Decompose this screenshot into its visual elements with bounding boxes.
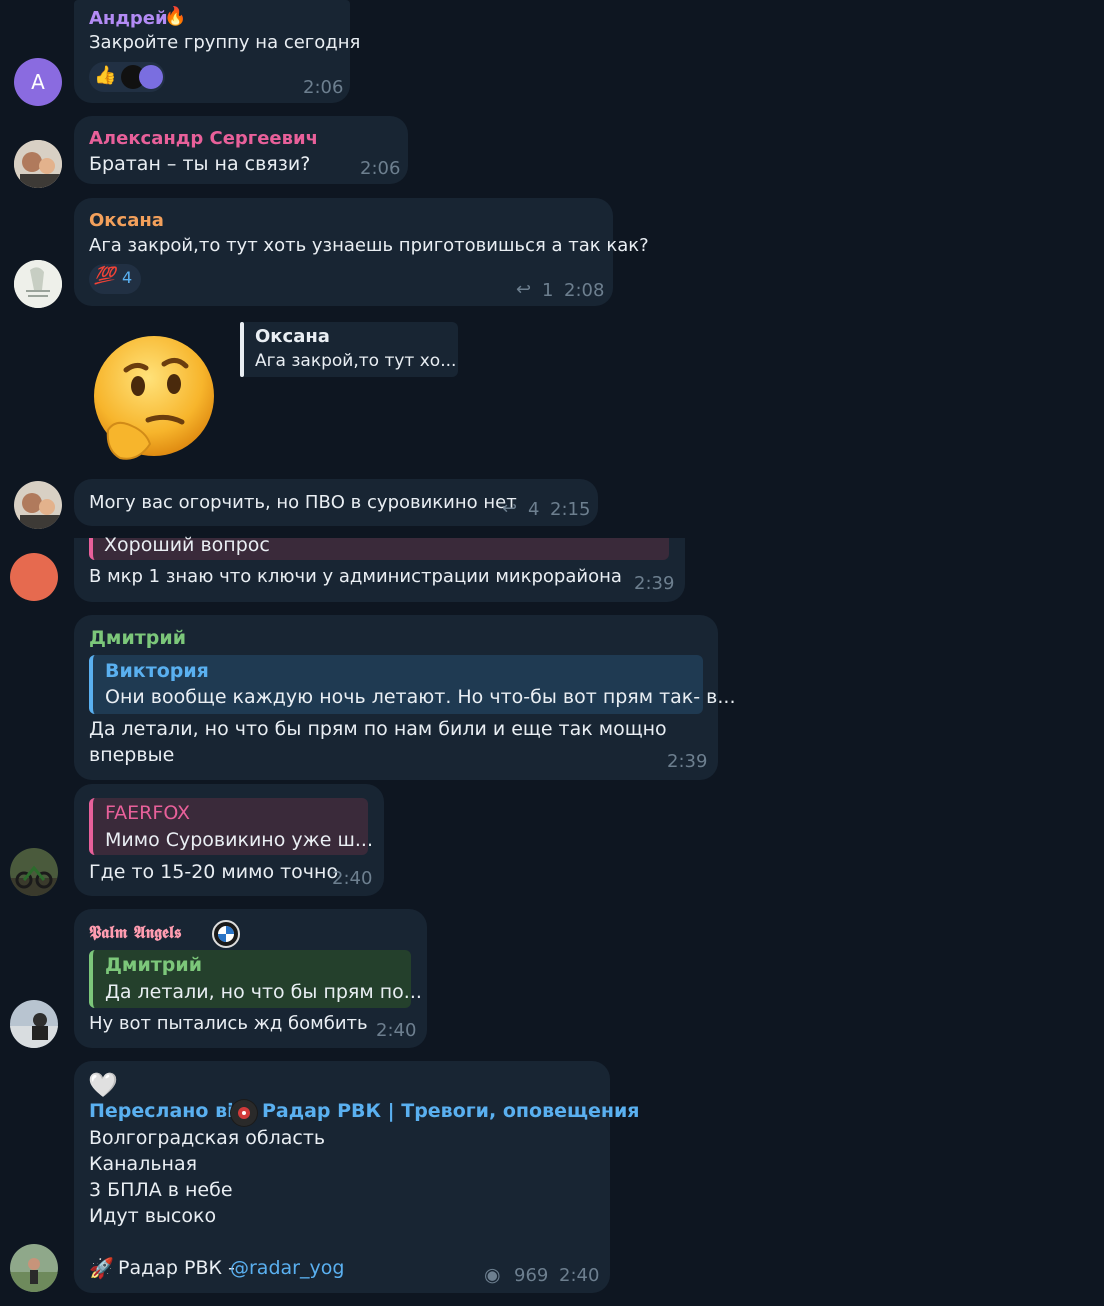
message-time: 2:40: [559, 1265, 600, 1286]
heart-reaction-icon: 🤍: [88, 1071, 118, 1099]
avatar[interactable]: [14, 140, 62, 188]
message-line: Идут высоко: [89, 1205, 217, 1227]
message-time: 2:39: [667, 751, 708, 772]
reply-text: Ага закрой,то тут хо...: [255, 351, 457, 371]
message-bubble[interactable]: Дмитрий Виктория Они вообще каждую ночь …: [74, 615, 736, 780]
message-line: Канальная: [89, 1153, 198, 1175]
avatar[interactable]: [14, 481, 62, 529]
reaction-pill[interactable]: 👍: [89, 62, 165, 92]
message-line: 3 БПЛА в небе: [89, 1179, 233, 1201]
photo-avatar: [10, 848, 58, 896]
avatar-letter: A: [31, 70, 45, 94]
sticker[interactable]: [86, 334, 218, 466]
avatar[interactable]: [10, 848, 58, 896]
reactor-avatar: [139, 65, 163, 89]
message-time: 2:06: [360, 158, 401, 179]
photo-avatar: [10, 1000, 58, 1048]
avatar[interactable]: [10, 1244, 58, 1292]
quote-name: FAERFOX: [105, 802, 191, 824]
thinking-face-icon: [94, 336, 214, 460]
quote-text: Да летали, но что бы прям по...: [105, 981, 422, 1003]
avatar[interactable]: [10, 553, 58, 601]
view-count: 969: [514, 1265, 549, 1286]
reply-count: 4: [528, 499, 540, 520]
footer-prefix: Радар РВК -: [118, 1257, 235, 1279]
sender-name[interactable]: Андрей: [89, 8, 168, 29]
message-time: 2:08: [564, 280, 605, 301]
sender-name[interactable]: 𝕻𝖆𝖑𝖒 𝕬𝖓𝖌𝖊𝖑𝖘: [89, 923, 181, 943]
quote-text: Мимо Суровикино уже ш...: [105, 829, 373, 851]
thumbs-up-icon: 👍: [94, 65, 117, 86]
sender-name[interactable]: Александр Сергеевич: [89, 128, 318, 149]
message-bubble[interactable]: Андрей 🔥 Закройте группу на сегодня 👍 2:…: [74, 0, 360, 103]
message-text: Где то 15-20 мимо точно: [89, 861, 339, 883]
reply-bar: [240, 322, 244, 377]
reply-icon[interactable]: ↩: [502, 498, 517, 519]
message-bubble[interactable]: Александр Сергеевич Братан – ты на связи…: [74, 116, 408, 184]
forwarded-prefix: Переслано від: [89, 1100, 249, 1122]
message-text: Да летали, но что бы прям по нам били и …: [89, 718, 667, 740]
quote-name: Дмитрий: [105, 954, 203, 976]
message-bubble[interactable]: Могу вас огорчить, но ПВО в суровикино н…: [74, 479, 598, 526]
hundred-points-icon: 💯: [94, 266, 116, 286]
message-bubble[interactable]: Оксана Ага закрой,то тут хоть узнаешь пр…: [74, 198, 649, 306]
channel-avatar: [230, 1099, 258, 1127]
message-bubble[interactable]: FAERFOX Мимо Суровикино уже ш... Где то …: [74, 784, 384, 896]
message-text: Ага закрой,то тут хоть узнаешь приготови…: [89, 235, 649, 256]
quoted-message[interactable]: Хороший вопрос: [89, 534, 669, 560]
avatar[interactable]: [14, 260, 62, 308]
message-line: Волгоградская область: [89, 1127, 326, 1149]
fire-emoji: 🔥: [164, 6, 187, 27]
message-time: 2:06: [303, 77, 344, 98]
quoted-message[interactable]: Дмитрий Да летали, но что бы прям по...: [89, 950, 422, 1008]
photo-avatar: [14, 140, 62, 188]
quote-name: Виктория: [105, 660, 209, 682]
quote-text: Они вообще каждую ночь летают. Но что-бы…: [105, 686, 736, 708]
reply-icon[interactable]: ↩: [516, 279, 531, 300]
avatar[interactable]: [10, 1000, 58, 1048]
message-text: Ну вот пытались жд бомбить: [89, 1013, 368, 1034]
message-time: 2:40: [332, 868, 373, 889]
message-text: Могу вас огорчить, но ПВО в суровикино н…: [89, 492, 517, 513]
photo-avatar: [10, 1244, 58, 1292]
message-time: 2:39: [634, 573, 675, 594]
quoted-message[interactable]: Виктория Они вообще каждую ночь летают. …: [89, 655, 736, 714]
message-text: Братан – ты на связи?: [89, 153, 311, 175]
message-text: Закройте группу на сегодня: [89, 32, 361, 53]
eye-icon: ◉: [484, 1264, 501, 1286]
message-text: впервые: [89, 744, 175, 766]
quoted-message[interactable]: FAERFOX Мимо Суровикино уже ш...: [89, 798, 373, 855]
reply-name: Оксана: [255, 326, 330, 347]
message-bubble[interactable]: Хороший вопрос В мкр 1 знаю что ключи у …: [74, 534, 685, 602]
quote-text: Хороший вопрос: [104, 534, 270, 556]
sender-name[interactable]: Оксана: [89, 210, 164, 231]
message-bubble[interactable]: 𝕻𝖆𝖑𝖒 𝕬𝖓𝖌𝖊𝖑𝖘 Дмитрий Да летали, но что бы…: [74, 909, 427, 1048]
footer-link[interactable]: @radar_yog: [230, 1255, 344, 1281]
message-text: В мкр 1 знаю что ключи у администрации м…: [89, 566, 622, 587]
photo-avatar: [14, 260, 62, 308]
reply-count: 1: [542, 280, 554, 301]
reaction-count: 4: [122, 268, 133, 287]
bmw-logo-icon: [212, 920, 240, 948]
forwarded-channel[interactable]: Радар РВК | Тревоги, оповещения: [262, 1100, 640, 1122]
reply-preview[interactable]: Оксана Ага закрой,то тут хо...: [240, 322, 458, 377]
reaction-pill[interactable]: 💯 4: [89, 264, 141, 294]
message-bubble[interactable]: 🤍 Переслано від Радар РВК | Тревоги, опо…: [74, 1061, 640, 1293]
sender-name[interactable]: Дмитрий: [89, 627, 186, 649]
rocket-icon: 🚀: [89, 1256, 114, 1280]
photo-avatar: [14, 481, 62, 529]
message-time: 2:15: [550, 499, 591, 520]
message-time: 2:40: [376, 1020, 417, 1041]
avatar[interactable]: A: [14, 58, 62, 106]
